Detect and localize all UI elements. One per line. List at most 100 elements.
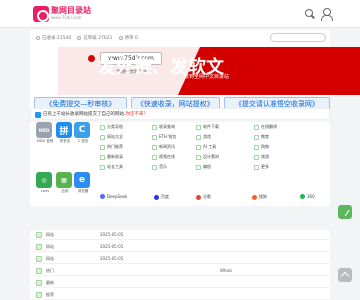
check-in-button[interactable] [338,205,352,219]
link-label: 最新收录 [107,154,123,159]
app-grid[interactable]: ▦ 应用 [56,172,74,194]
link-label: 热门推荐 [107,144,123,149]
link-label: 分类导航 [107,124,123,129]
link-label: 视频在线 [159,154,175,159]
link-label: 在线翻译 [261,124,277,129]
table-row[interactable]: 推荐 [30,290,330,300]
sogou-icon [252,194,257,200]
user-icon[interactable] [320,8,333,21]
table-row[interactable]: 热门 Whois [30,266,330,276]
site-favicon-icon [100,144,105,150]
so360-icon [300,194,305,199]
engine-sogou[interactable]: 搜狗 [252,194,267,200]
site-favicon-icon [254,144,259,150]
cell-name: 热门 [46,268,54,273]
list-item[interactable]: 分类导航 [100,124,123,130]
cell-date: 2025-05-05 [100,256,124,261]
engine-360[interactable]: 360 [300,194,315,199]
notice-bar: 已有上千站长收录网站提交了自己的网站,你还不来? [30,108,330,120]
engine-label: 360 [307,194,315,199]
promo-banner[interactable]: www.75dir.com 全网中文目录站 发外链、发软文 就到全网中文目录站 [58,47,360,95]
list-item[interactable]: 游戏 [196,134,211,140]
site-favicon-icon [100,124,105,130]
stat-icon [36,36,40,40]
search-icon[interactable] [304,8,316,20]
site-favicon-icon [100,164,105,170]
search-input[interactable] [270,33,326,42]
app-name: MDD 官网 [36,139,54,143]
engine-label: 谷歌 [203,194,211,199]
link-label: 教育 [261,134,269,139]
list-item[interactable]: 软件下载 [196,124,219,130]
app-browser[interactable]: e 浏览器 [74,172,92,194]
list-item[interactable]: 最新收录 [100,154,123,160]
table-row[interactable]: 网站 2025-05-05 [30,254,330,264]
stat-label: 待审 0 [124,36,138,41]
stat-label: 已审核 27621 [83,36,113,41]
list-item[interactable]: 视频在线 [152,154,175,160]
site-favicon-icon [254,154,259,160]
list-item[interactable]: 购物 [254,144,269,150]
list-item[interactable]: 更多 [254,164,269,170]
stat-item: 已收录 21540 [36,35,71,41]
list-item[interactable]: 收录查询 [152,124,175,130]
site-favicon-icon [36,292,42,298]
app-c[interactable]: C C 语言 [74,122,92,144]
link-label: 编程 [203,164,211,169]
site-favicon-icon [100,134,105,140]
engine-label: DeepSeek [107,194,128,199]
mdd-icon: MDD [36,122,52,138]
logo-subtext: www.75dir.com [51,15,82,20]
link-label: 更多 [261,164,269,169]
app-pinduoduo[interactable]: 拼 拼多多 [56,122,74,144]
table-row[interactable]: 网站 2025-05-05 [30,230,330,240]
list-item[interactable]: 热门推荐 [100,144,123,150]
list-item[interactable]: 编程 [196,164,211,170]
engine-google[interactable]: 谷歌 [196,194,211,200]
app-name: 拼多多 [59,139,71,143]
list-item[interactable]: 设计素材 [196,154,219,160]
back-to-top-button[interactable] [338,268,352,282]
list-item[interactable]: AI 工具 [196,144,216,150]
link-label: 新闻资讯 [159,144,175,149]
app-mdd[interactable]: MDD MDD 官网 [36,122,54,144]
link-label: 软件下载 [203,124,219,129]
list-item[interactable]: 旅游 [254,154,269,160]
table-row[interactable]: 网站 2025-05-05 [30,242,330,252]
app-name: 浏览器 [77,189,89,193]
cell-name: 网站 [46,244,54,249]
cell-date: 2025-05-05 [100,244,124,249]
notice-main: 已有上千站长收录网站提交了自己的网站, [43,112,126,117]
cell-name: 最新 [46,280,54,285]
stats-row: 已收录 21540 已审核 27621 待审 0 [36,32,138,44]
stat-icon [77,36,82,40]
engine-baidu[interactable]: 百度 [154,194,169,200]
apps-panel: MDD MDD 官网 拼 拼多多 C C 语言 ◎ Lens ▦ 应用 e 浏览… [30,122,330,206]
link-label: AI 工具 [203,144,217,149]
site-favicon-icon [100,154,105,160]
site-logo[interactable]: 聚网目录站 www.75dir.com [33,5,91,23]
list-item[interactable]: 在线翻译 [254,124,277,130]
list-item[interactable]: 网站大全 [100,134,123,140]
list-item[interactable]: 新闻资讯 [152,144,175,150]
list-item[interactable]: 教育 [254,134,269,140]
stat-label: 已收录 21540 [42,36,72,41]
table-row[interactable]: 最新 [30,278,330,288]
link-label: 站长工具 [107,164,123,169]
cell-name: 推荐 [46,292,54,297]
list-item[interactable]: ETH 钱包 [152,134,176,140]
banner-subtitle: 就到全网中文目录站 [184,74,230,80]
app-name: 应用 [61,189,69,193]
top-bar: 聚网目录站 www.75dir.com [0,0,360,28]
site-favicon-icon [196,144,201,150]
url-marker-icon [88,55,95,62]
list-item[interactable]: 音乐 [152,164,167,170]
link-label: 旅游 [261,154,269,159]
site-favicon-icon [152,154,157,160]
list-item[interactable]: 站长工具 [100,164,123,170]
grid-icon: ▦ [56,172,72,188]
stat-icon [118,36,123,40]
engine-label: 百度 [161,194,169,199]
engine-deepseek[interactable]: DeepSeek [100,194,127,199]
app-lens[interactable]: ◎ Lens [36,172,54,193]
